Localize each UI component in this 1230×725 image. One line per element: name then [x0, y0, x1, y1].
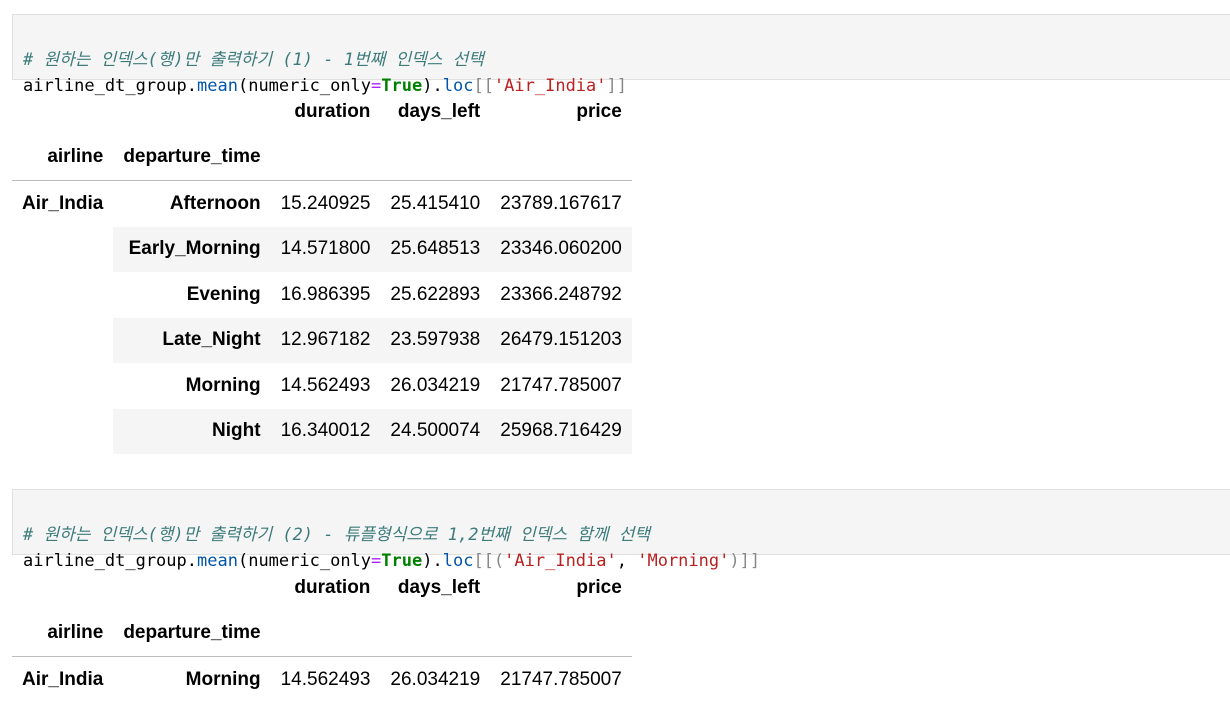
dataframe-output-1: duration days_left price airline departu…: [12, 89, 632, 454]
column-header-row: duration days_left price: [12, 565, 632, 611]
row-index-airline: Air_India: [22, 668, 104, 690]
dataframe-output-2: duration days_left price airline departu…: [12, 565, 632, 703]
cell-duration: 16.340012: [270, 408, 381, 454]
column-header: price: [576, 100, 622, 122]
cell-days-left: 23.597938: [380, 317, 491, 363]
column-header: duration: [294, 100, 371, 122]
index-name: airline: [12, 610, 114, 657]
index-name: airline: [12, 134, 114, 181]
code-comment: # 원하는 인덱스(행)만 출력하기 (1) - 1번째 인덱스 선택: [23, 50, 484, 70]
code-cell-2[interactable]: # 원하는 인덱스(행)만 출력하기 (2) - 튜플형식으로 1,2번째 인덱…: [12, 489, 1230, 571]
cell-price: 25968.716429: [490, 408, 632, 454]
cell-days-left: 26.034219: [390, 668, 481, 690]
table-row: Air_India Afternoon 15.240925 25.415410 …: [12, 181, 632, 227]
row-index-airline: Air_India: [22, 193, 104, 214]
cell-duration: 14.571800: [270, 226, 381, 272]
row-index-departure-time: Night: [113, 408, 271, 454]
cell-price: 21747.785007: [500, 668, 622, 690]
cell-days-left: 24.500074: [380, 408, 491, 454]
cell-price: 23789.167617: [500, 192, 622, 214]
code-cell-1[interactable]: # 원하는 인덱스(행)만 출력하기 (1) - 1번째 인덱스 선택 airli…: [12, 14, 1230, 96]
index-names-row: airline departure_time: [12, 134, 632, 181]
cell-duration: 15.240925: [280, 192, 371, 214]
column-header-row: duration days_left price: [12, 89, 632, 135]
cell-price: 26479.151203: [490, 317, 632, 363]
cell-days-left: 25.648513: [380, 226, 491, 272]
cell-duration: 14.562493: [280, 668, 371, 690]
code-comment: # 원하는 인덱스(행)만 출력하기 (2) - 튜플형식으로 1,2번째 인덱…: [23, 525, 650, 545]
row-index-departure-time: Early_Morning: [113, 226, 271, 272]
cell-duration: 14.562493: [280, 374, 371, 396]
cell-days-left: 26.034219: [390, 374, 481, 396]
row-index-departure-time: Morning: [185, 374, 261, 396]
index-names-row: airline departure_time: [12, 610, 632, 657]
cell-price: 23346.060200: [490, 226, 632, 272]
column-header: duration: [294, 576, 371, 598]
row-index-departure-time: Evening: [186, 283, 261, 305]
cell-days-left: 25.415410: [390, 192, 481, 214]
cell-price: 23366.248792: [500, 283, 622, 305]
cell-price: 21747.785007: [500, 374, 622, 396]
row-index-departure-time: Morning: [185, 668, 261, 690]
column-header: days_left: [397, 100, 481, 122]
row-index-departure-time: Afternoon: [169, 192, 261, 214]
table-row: Air_India Morning 14.562493 26.034219 21…: [12, 657, 632, 703]
column-header: price: [576, 576, 622, 598]
column-header: days_left: [397, 576, 481, 598]
index-name: departure_time: [113, 134, 271, 181]
cell-duration: 16.986395: [280, 283, 371, 305]
index-name: departure_time: [113, 610, 271, 657]
cell-duration: 12.967182: [270, 317, 381, 363]
cell-days-left: 25.622893: [390, 283, 481, 305]
row-index-departure-time: Late_Night: [113, 317, 271, 363]
